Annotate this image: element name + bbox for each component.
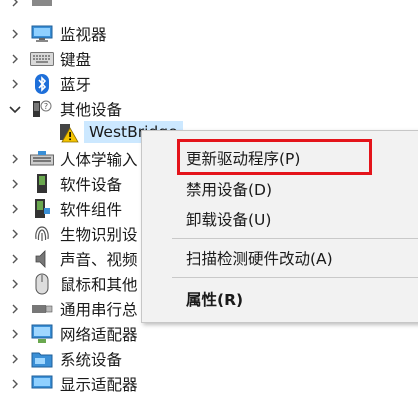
tree-item-keyboards[interactable]: 键盘 xyxy=(0,46,418,71)
menu-separator xyxy=(172,238,418,239)
tree-item-partial-top xyxy=(0,0,418,14)
chevron-right-icon[interactable] xyxy=(8,377,22,391)
chevron-right-icon[interactable] xyxy=(8,277,22,291)
software-device-icon xyxy=(30,173,54,195)
tree-item-other-devices[interactable]: ? 其他设备 xyxy=(0,96,418,121)
chevron-right-icon[interactable] xyxy=(8,77,22,91)
menu-item-disable-device[interactable]: 禁用设备(D) xyxy=(186,178,272,200)
tree-item-monitors[interactable]: 监视器 xyxy=(0,21,418,46)
tree-item-label: 鼠标和其他 xyxy=(60,275,138,294)
usb-icon xyxy=(30,298,54,320)
speaker-icon xyxy=(30,248,54,270)
tree-item-system-devices[interactable]: 系统设备 xyxy=(0,346,418,371)
network-icon xyxy=(30,323,54,345)
menu-item-update-driver[interactable]: 更新驱动程序(P) xyxy=(186,147,300,169)
tree-item-label: 键盘 xyxy=(60,50,92,69)
other-devices-icon: ? xyxy=(30,98,54,120)
tree-item-label: 软件组件 xyxy=(60,200,123,219)
tree-item-display-adapters[interactable]: 显示适配器 xyxy=(0,371,418,396)
monitor-icon xyxy=(30,23,54,45)
tree-item-label: 其他设备 xyxy=(60,100,123,119)
fingerprint-icon xyxy=(30,223,54,245)
chevron-right-icon[interactable] xyxy=(8,27,22,41)
chevron-right-icon[interactable] xyxy=(8,177,22,191)
chevron-right-icon[interactable] xyxy=(8,327,22,341)
chevron-right-icon[interactable] xyxy=(8,252,22,266)
tree-item-label: 显示适配器 xyxy=(60,375,138,394)
system-folder-icon xyxy=(30,348,54,370)
menu-item-uninstall-device[interactable]: 卸载设备(U) xyxy=(186,208,271,230)
menu-item-properties[interactable]: 属性(R) xyxy=(186,288,243,310)
menu-separator xyxy=(172,277,418,278)
tree-item-network-adapters[interactable]: 网络适配器 xyxy=(0,321,418,346)
chevron-down-icon[interactable] xyxy=(8,102,22,116)
tree-item-label: 系统设备 xyxy=(60,350,123,369)
hid-icon xyxy=(30,148,54,170)
tree-item-label: 蓝牙 xyxy=(60,75,92,94)
bluetooth-icon xyxy=(30,73,54,95)
keyboard-icon xyxy=(30,48,54,70)
tree-item-bluetooth[interactable]: 蓝牙 xyxy=(0,71,418,96)
chevron-right-icon[interactable] xyxy=(8,52,22,66)
software-component-icon xyxy=(30,198,54,220)
tree-item-label: 监视器 xyxy=(60,25,107,44)
tree-item-label: 通用串行总 xyxy=(60,300,138,319)
device-icon xyxy=(30,0,54,13)
chevron-right-icon[interactable] xyxy=(8,152,22,166)
menu-item-scan-hardware[interactable]: 扫描检测硬件改动(A) xyxy=(186,247,333,269)
tree-item-label: 软件设备 xyxy=(60,175,123,194)
display-adapter-icon xyxy=(30,373,54,395)
chevron-right-icon[interactable] xyxy=(8,227,22,241)
chevron-right-icon[interactable] xyxy=(8,302,22,316)
chevron-right-icon[interactable] xyxy=(8,352,22,366)
mouse-icon xyxy=(30,273,54,295)
chevron-right-icon[interactable] xyxy=(8,202,22,216)
tree-item-label: 人体学输入 xyxy=(60,150,138,169)
context-menu: 更新驱动程序(P) 禁用设备(D) 卸载设备(U) 扫描检测硬件改动(A) 属性… xyxy=(141,130,418,323)
tree-item-label: 声音、视频 xyxy=(60,250,138,269)
chevron-right-icon xyxy=(8,0,22,9)
warning-device-icon xyxy=(56,121,80,143)
svg-text:?: ? xyxy=(44,102,48,111)
tree-item-label: 网络适配器 xyxy=(60,325,138,344)
tree-item-label: 生物识别设 xyxy=(60,225,138,244)
